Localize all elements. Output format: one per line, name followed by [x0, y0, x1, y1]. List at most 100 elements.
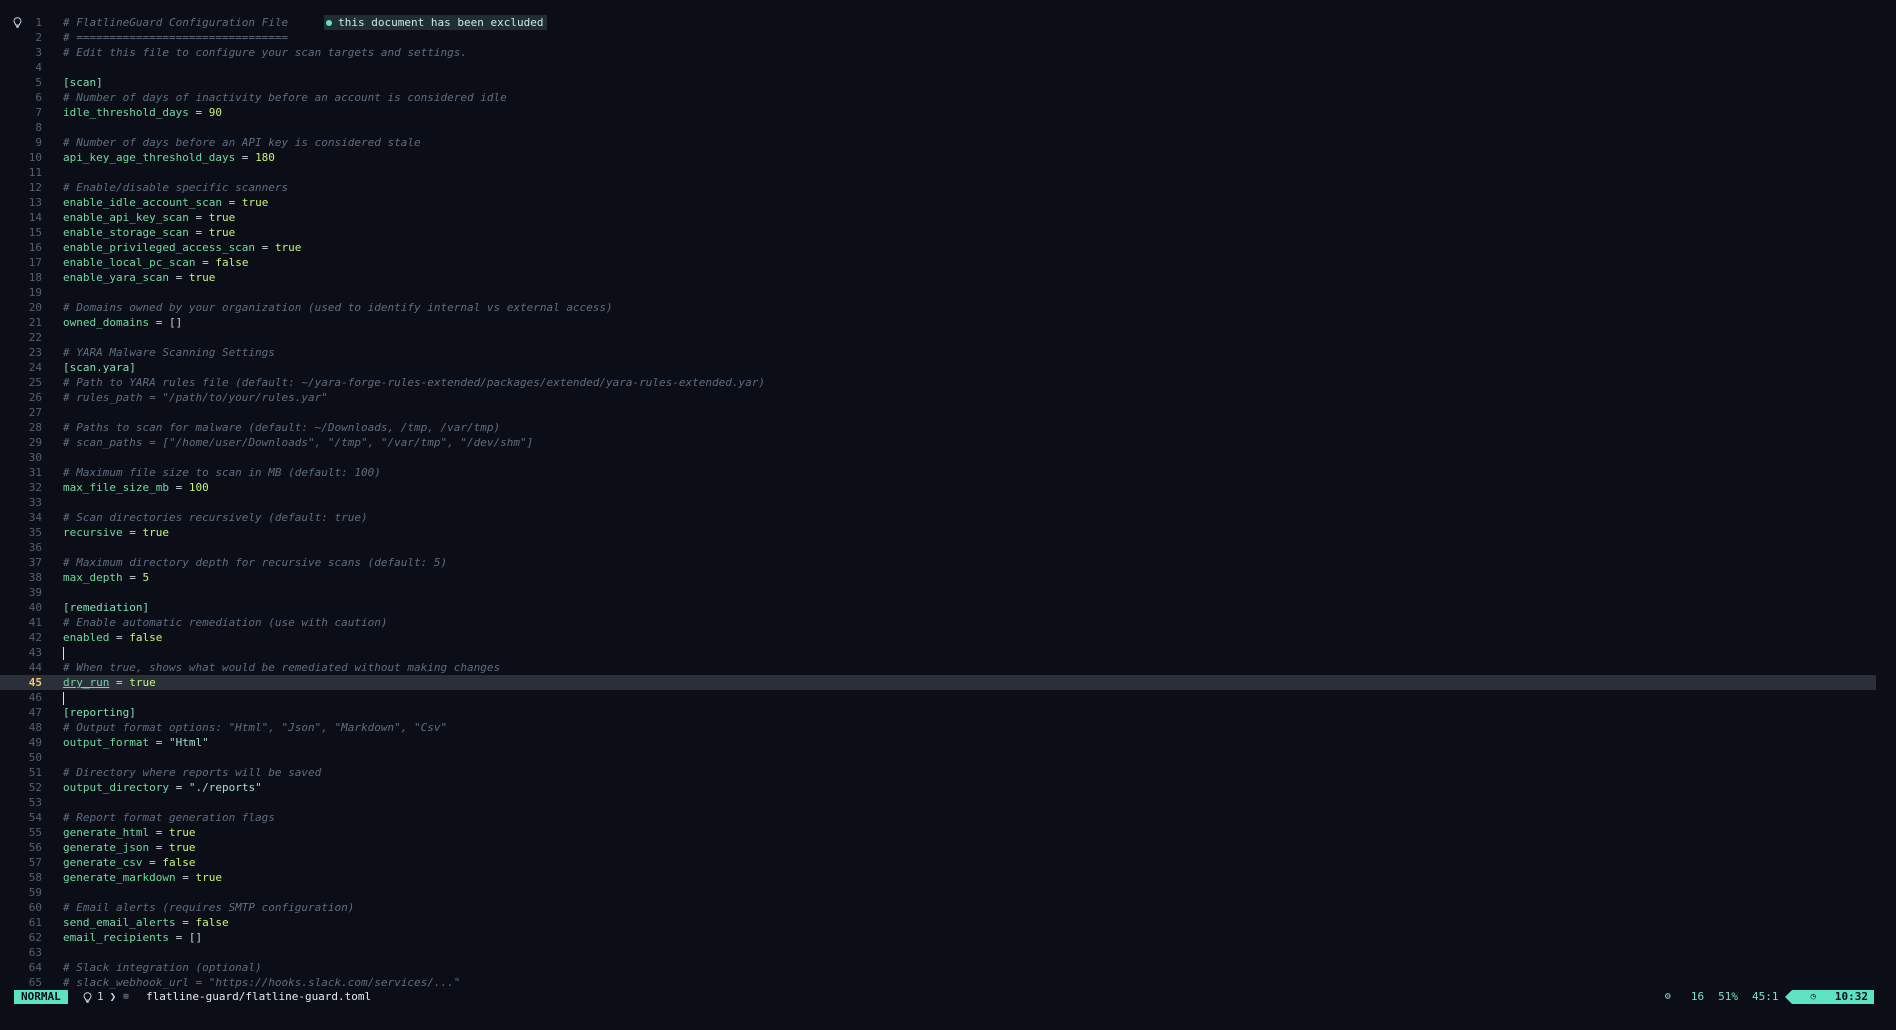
- code-line[interactable]: 5 [scan]: [0, 75, 1896, 90]
- lsp-status[interactable]: ⚙ 16: [1651, 990, 1704, 1004]
- line-content[interactable]: # FlatlineGuard Configuration File this d…: [63, 15, 548, 30]
- line-content[interactable]: # Maximum file size to scan in MB (defau…: [63, 465, 381, 480]
- line-content[interactable]: # Slack integration (optional): [63, 960, 262, 975]
- line-content[interactable]: # ================================: [63, 30, 288, 45]
- code-line[interactable]: 63: [0, 945, 1896, 960]
- code-line[interactable]: 51 # Directory where reports will be save…: [0, 765, 1896, 780]
- line-content[interactable]: generate_markdown = true: [63, 870, 222, 885]
- code-line[interactable]: 39: [0, 585, 1896, 600]
- code-line[interactable]: 36: [0, 540, 1896, 555]
- line-content[interactable]: [scan.yara]: [63, 360, 136, 375]
- line-content[interactable]: # Scan directories recursively (default:…: [63, 510, 368, 525]
- line-content[interactable]: # Maximum directory depth for recursive …: [63, 555, 447, 570]
- line-content[interactable]: # Directory where reports will be saved: [63, 765, 321, 780]
- code-line[interactable]: 61 send_email_alerts = false: [0, 915, 1896, 930]
- code-line[interactable]: 53: [0, 795, 1896, 810]
- line-content[interactable]: max_depth = 5: [63, 570, 149, 585]
- editor-buffer[interactable]: 1 # FlatlineGuard Configuration File this …: [0, 15, 1896, 990]
- line-content[interactable]: # scan_paths = ["/home/user/Downloads", …: [63, 435, 533, 450]
- code-line[interactable]: 30: [0, 450, 1896, 465]
- line-content[interactable]: output_format = "Html": [63, 735, 209, 750]
- line-content[interactable]: # Enable automatic remediation (use with…: [63, 615, 388, 630]
- line-content[interactable]: # Number of days before an API key is co…: [63, 135, 421, 150]
- code-line[interactable]: 11: [0, 165, 1896, 180]
- line-content[interactable]: # Enable/disable specific scanners: [63, 180, 288, 195]
- line-content[interactable]: # YARA Malware Scanning Settings: [63, 345, 275, 360]
- code-line[interactable]: 4: [0, 60, 1896, 75]
- code-line[interactable]: 14 enable_api_key_scan = true: [0, 210, 1896, 225]
- code-line[interactable]: 28 # Paths to scan for malware (default: …: [0, 420, 1896, 435]
- code-line[interactable]: 48 # Output format options: "Html", "Json…: [0, 720, 1896, 735]
- line-content[interactable]: [remediation]: [63, 600, 149, 615]
- code-line[interactable]: 21 owned_domains = []: [0, 315, 1896, 330]
- line-content[interactable]: idle_threshold_days = 90: [63, 105, 222, 120]
- code-line[interactable]: 6 # Number of days of inactivity before a…: [0, 90, 1896, 105]
- line-content[interactable]: # Edit this file to configure your scan …: [63, 45, 467, 60]
- code-line[interactable]: 33: [0, 495, 1896, 510]
- line-content[interactable]: # rules_path = "/path/to/your/rules.yar": [63, 390, 328, 405]
- line-content[interactable]: owned_domains = []: [63, 315, 182, 330]
- line-content[interactable]: [reporting]: [63, 705, 136, 720]
- code-line[interactable]: 47 [reporting]: [0, 705, 1896, 720]
- code-line[interactable]: 2 # ================================: [0, 30, 1896, 45]
- code-line[interactable]: 49 output_format = "Html": [0, 735, 1896, 750]
- code-line[interactable]: 12 # Enable/disable specific scanners: [0, 180, 1896, 195]
- code-line[interactable]: 38 max_depth = 5: [0, 570, 1896, 585]
- code-line[interactable]: 50: [0, 750, 1896, 765]
- file-path[interactable]: flatline-guard/flatline-guard.toml: [146, 990, 371, 1004]
- line-content[interactable]: # Domains owned by your organization (us…: [63, 300, 613, 315]
- code-line[interactable]: 65 # slack_webhook_url = "https://hooks.s…: [0, 975, 1896, 990]
- line-content[interactable]: email_recipients = []: [63, 930, 202, 945]
- code-line[interactable]: 31 # Maximum file size to scan in MB (def…: [0, 465, 1896, 480]
- code-line[interactable]: 1 # FlatlineGuard Configuration File this …: [0, 15, 1896, 30]
- line-content[interactable]: # Output format options: "Html", "Json",…: [63, 720, 447, 735]
- code-line[interactable]: 43: [0, 645, 1896, 660]
- code-line[interactable]: 20 # Domains owned by your organization (…: [0, 300, 1896, 315]
- code-line[interactable]: 54 # Report format generation flags: [0, 810, 1896, 825]
- line-content[interactable]: generate_csv = false: [63, 855, 195, 870]
- line-content[interactable]: # Email alerts (requires SMTP configurat…: [63, 900, 354, 915]
- line-content[interactable]: dry_run = true: [63, 675, 156, 690]
- line-content[interactable]: enable_yara_scan = true: [63, 270, 215, 285]
- code-line[interactable]: 13 enable_idle_account_scan = true: [0, 195, 1896, 210]
- line-content[interactable]: # slack_webhook_url = "https://hooks.sla…: [63, 975, 460, 990]
- code-line[interactable]: 9 # Number of days before an API key is c…: [0, 135, 1896, 150]
- code-line[interactable]: 24 [scan.yara]: [0, 360, 1896, 375]
- line-content[interactable]: enable_idle_account_scan = true: [63, 195, 268, 210]
- code-line[interactable]: 46: [0, 690, 1896, 705]
- line-content[interactable]: [scan]: [63, 75, 103, 90]
- code-line[interactable]: 64 # Slack integration (optional): [0, 960, 1896, 975]
- line-content[interactable]: # Paths to scan for malware (default: ~/…: [63, 420, 500, 435]
- line-content[interactable]: # Report format generation flags: [63, 810, 275, 825]
- code-line[interactable]: 15 enable_storage_scan = true: [0, 225, 1896, 240]
- code-line[interactable]: 23 # YARA Malware Scanning Settings: [0, 345, 1896, 360]
- code-line[interactable]: 44 # When true, shows what would be remed…: [0, 660, 1896, 675]
- code-line[interactable]: 16 enable_privileged_access_scan = true: [0, 240, 1896, 255]
- code-line[interactable]: 8: [0, 120, 1896, 135]
- line-content[interactable]: generate_json = true: [63, 840, 195, 855]
- code-line[interactable]: 60 # Email alerts (requires SMTP configur…: [0, 900, 1896, 915]
- code-line[interactable]: 26 # rules_path = "/path/to/your/rules.ya…: [0, 390, 1896, 405]
- line-content[interactable]: recursive = true: [63, 525, 169, 540]
- code-line[interactable]: 45 dry_run = true: [0, 675, 1876, 690]
- line-content[interactable]: enable_privileged_access_scan = true: [63, 240, 301, 255]
- line-content[interactable]: send_email_alerts = false: [63, 915, 229, 930]
- code-line[interactable]: 56 generate_json = true: [0, 840, 1896, 855]
- line-content[interactable]: generate_html = true: [63, 825, 195, 840]
- code-line[interactable]: 19: [0, 285, 1896, 300]
- code-line[interactable]: 59: [0, 885, 1896, 900]
- code-line[interactable]: 41 # Enable automatic remediation (use wi…: [0, 615, 1896, 630]
- diagnostics-indicator[interactable]: 1 ❯ ⊞: [83, 990, 129, 1004]
- code-line[interactable]: 37 # Maximum directory depth for recursiv…: [0, 555, 1896, 570]
- code-line[interactable]: 32 max_file_size_mb = 100: [0, 480, 1896, 495]
- code-line[interactable]: 57 generate_csv = false: [0, 855, 1896, 870]
- code-line[interactable]: 7 idle_threshold_days = 90: [0, 105, 1896, 120]
- code-line[interactable]: 58 generate_markdown = true: [0, 870, 1896, 885]
- line-content[interactable]: # When true, shows what would be remedia…: [63, 660, 500, 675]
- line-content[interactable]: enable_api_key_scan = true: [63, 210, 235, 225]
- code-line[interactable]: 10 api_key_age_threshold_days = 180: [0, 150, 1896, 165]
- code-line[interactable]: 40 [remediation]: [0, 600, 1896, 615]
- line-content[interactable]: enable_local_pc_scan = false: [63, 255, 248, 270]
- code-line[interactable]: 29 # scan_paths = ["/home/user/Downloads"…: [0, 435, 1896, 450]
- code-line[interactable]: 35 recursive = true: [0, 525, 1896, 540]
